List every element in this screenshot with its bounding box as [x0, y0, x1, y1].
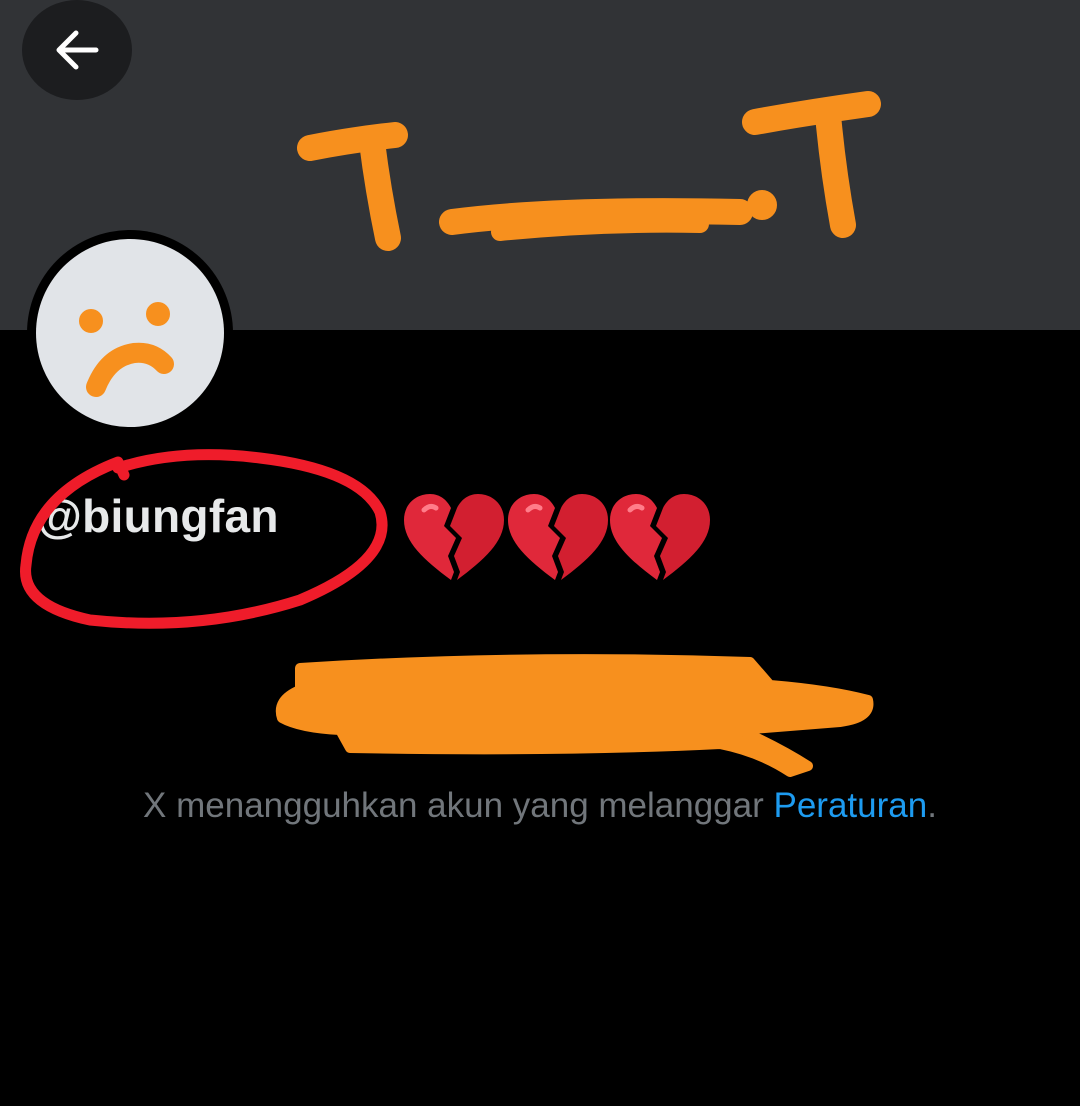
rules-link[interactable]: Peraturan: [774, 786, 928, 825]
avatar-image: [36, 239, 224, 427]
profile-handle: @biungfan: [37, 490, 279, 542]
avatar: [27, 230, 233, 436]
broken-hearts: [402, 490, 712, 586]
broken-heart-icon: [404, 494, 504, 580]
arrow-left-icon: [56, 30, 99, 70]
sad-face-doodle: [79, 302, 174, 397]
broken-heart-icon: [508, 494, 608, 580]
suspension-message: X menangguhkan akun yang melanggar: [143, 786, 774, 825]
back-button[interactable]: [22, 0, 132, 100]
suspension-notice: X menangguhkan akun yang melanggar Perat…: [0, 782, 1080, 830]
notice-period: .: [927, 786, 937, 825]
broken-heart-icon: [610, 494, 710, 580]
